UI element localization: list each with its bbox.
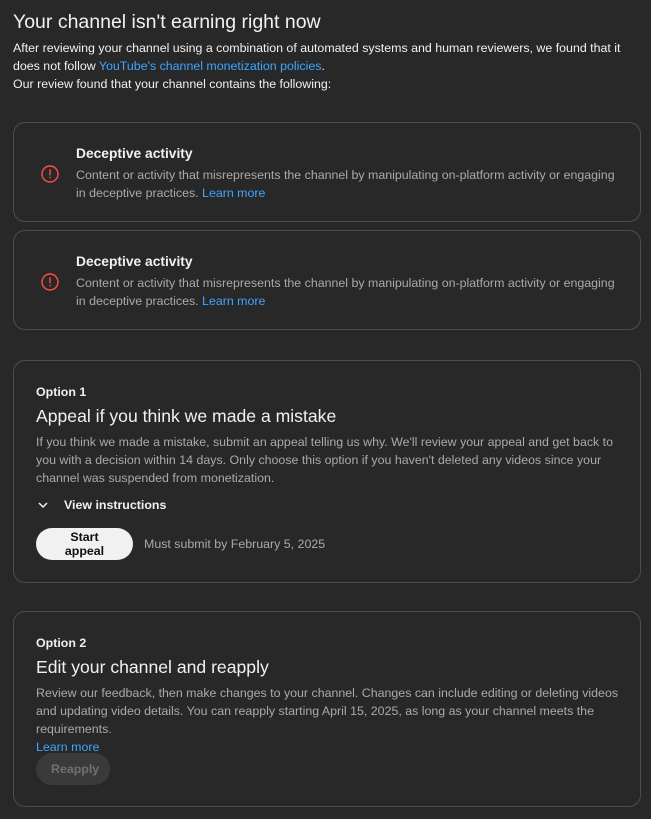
issue-description-text: Content or activity that misrepresents t… <box>76 276 615 308</box>
reapply-option-card: Option 2 Edit your channel and reapply R… <box>13 611 641 807</box>
appeal-deadline: Must submit by February 5, 2025 <box>144 537 326 551</box>
appeal-option-card: Option 1 Appeal if you think we made a m… <box>13 360 641 583</box>
issue-title: Deceptive activity <box>76 254 193 269</box>
view-instructions-toggle[interactable]: View instructions <box>36 495 166 515</box>
issue-description: Content or activity that misrepresents t… <box>76 166 621 202</box>
view-instructions-label: View instructions <box>64 498 167 512</box>
option-description: If you think we made a mistake, submit a… <box>36 435 613 485</box>
option-label: Option 1 <box>36 385 87 399</box>
issue-description: Content or activity that misrepresents t… <box>76 274 621 310</box>
issue-title: Deceptive activity <box>76 146 193 161</box>
issue-description-text: Content or activity that misrepresents t… <box>76 168 615 200</box>
option-title: Appeal if you think we made a mistake <box>36 406 337 426</box>
alert-circle-icon <box>41 273 59 291</box>
monetization-status-page: Your channel isn't earning right now Aft… <box>0 0 651 819</box>
option-description: Review our feedback, then make changes t… <box>36 684 626 756</box>
monetization-policies-link[interactable]: YouTube's channel monetization policies <box>99 59 322 73</box>
start-appeal-button[interactable]: Start appeal <box>36 528 133 560</box>
page-title: Your channel isn't earning right now <box>13 11 321 33</box>
reapply-button: Reapply <box>36 753 110 785</box>
issue-learn-more-link[interactable]: Learn more <box>202 186 265 200</box>
intro-section: After reviewing your channel using a com… <box>13 39 643 93</box>
alert-circle-icon <box>41 165 59 183</box>
option-label: Option 2 <box>36 636 87 650</box>
issue-learn-more-link[interactable]: Learn more <box>202 294 265 308</box>
option-description-text: Review our feedback, then make changes t… <box>36 686 619 736</box>
review-summary-end: . <box>321 59 325 73</box>
review-summary: After reviewing your channel using a com… <box>13 39 643 75</box>
chevron-down-icon <box>38 502 48 509</box>
findings-text: Our review found that your channel conta… <box>13 77 332 91</box>
reapply-learn-more-link[interactable]: Learn more <box>36 740 99 754</box>
issue-card: Deceptive activity Content or activity t… <box>13 122 641 222</box>
issue-card: Deceptive activity Content or activity t… <box>13 230 641 330</box>
option-title: Edit your channel and reapply <box>36 657 269 677</box>
